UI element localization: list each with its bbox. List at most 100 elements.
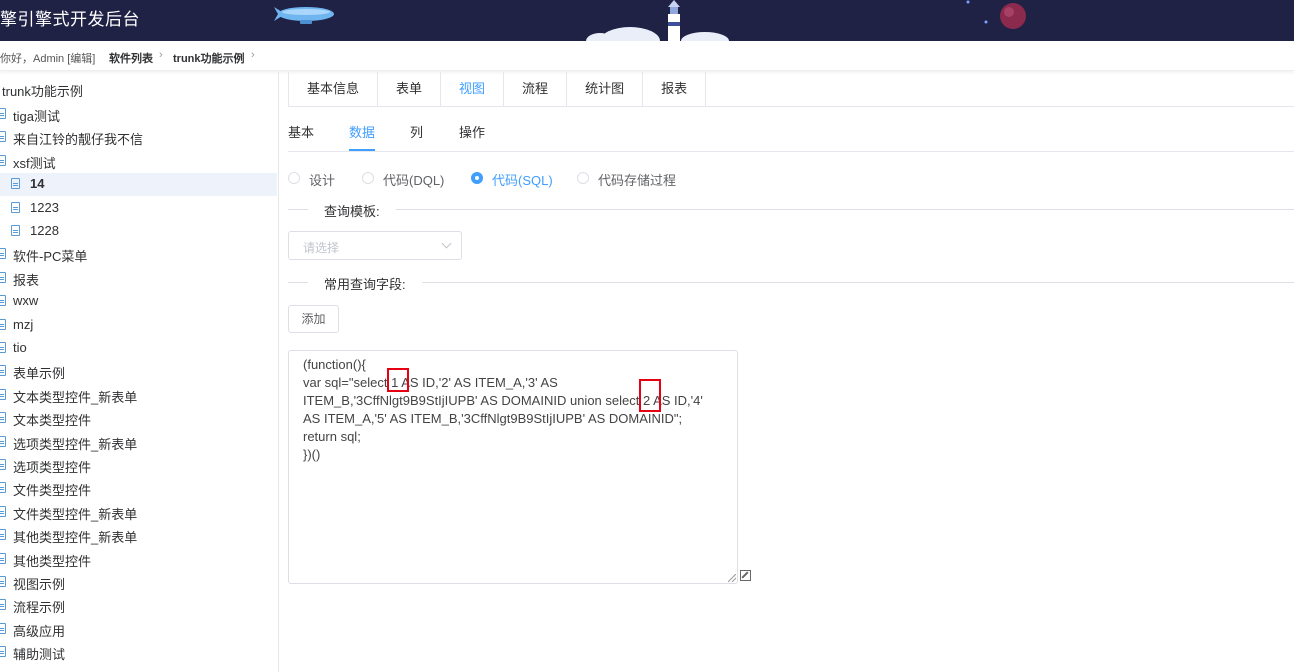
- sidebar-item-label: 其他类型控件: [13, 553, 92, 569]
- sidebar-item[interactable]: tio: [0, 337, 277, 360]
- sidebar-item[interactable]: 流程示例: [0, 594, 277, 617]
- breadcrumb-item-current[interactable]: trunk功能示例: [173, 50, 245, 66]
- file-icon: [0, 576, 6, 587]
- sidebar-item-label: tio: [13, 340, 27, 355]
- sidebar-item-label: 14: [30, 176, 45, 192]
- breadcrumb-item-software-list[interactable]: 软件列表: [109, 50, 153, 66]
- sidebar-item-label: 选项类型控件: [13, 460, 92, 475]
- radio-circle-icon[interactable]: [362, 172, 374, 184]
- subtab-actions[interactable]: 操作: [459, 122, 485, 141]
- sidebar-item[interactable]: 来自江铃的靓仔我不信: [0, 126, 277, 149]
- file-icon: [11, 225, 20, 236]
- radio-circle-icon[interactable]: [288, 172, 300, 184]
- tree-root-label[interactable]: trunk功能示例: [2, 81, 83, 100]
- sidebar-item[interactable]: 选项类型控件_新表单: [0, 431, 277, 454]
- subtab-data[interactable]: 数据: [349, 122, 375, 141]
- sidebar-item[interactable]: 辅助测试: [0, 641, 277, 664]
- sidebar-item[interactable]: 文件类型控件_新表单: [0, 501, 277, 524]
- sidebar-item[interactable]: 1223: [0, 197, 277, 220]
- file-icon: [0, 505, 6, 517]
- sidebar-item[interactable]: 文本类型控件_新表单: [0, 384, 277, 407]
- chevron-down-icon: [441, 238, 452, 249]
- file-icon: [0, 599, 6, 611]
- tab-flow[interactable]: 流程: [504, 72, 568, 107]
- add-button[interactable]: 添加: [288, 305, 339, 333]
- tab-report[interactable]: 报表: [643, 72, 707, 107]
- sidebar-item-label: 其他类型控件_新表单: [13, 530, 138, 546]
- planet-icon: [1000, 3, 1026, 29]
- highlight-box: [639, 379, 661, 412]
- main-panel: 基本信息 表单 视图 流程 统计图 报表 基本 数据 列 操作 设计 代码(DQ…: [279, 72, 1294, 672]
- query-template-label: 查询模板:: [308, 201, 396, 220]
- tabs-divider: [288, 106, 1294, 107]
- sidebar-item-label: 1223: [30, 199, 59, 215]
- sidebar-item-label: 文件类型控件_新表单: [13, 506, 138, 522]
- radio-label: 代码(SQL): [492, 173, 553, 188]
- file-icon: [0, 248, 6, 260]
- sidebar-item[interactable]: xsf测试: [0, 150, 277, 173]
- breadcrumb: 你好，Admin [编辑] 软件列表 › trunk功能示例 ›: [0, 41, 1294, 71]
- sidebar-item[interactable]: 文件类型控件: [0, 477, 277, 500]
- query-template-select[interactable]: 请选择: [288, 231, 462, 260]
- sidebar-item[interactable]: mzj: [0, 314, 277, 337]
- sidebar-item-label: 报表: [13, 272, 40, 288]
- code-line: AS ITEM_A,'5' AS ITEM_B,'3CffNlgt9B9StIj…: [303, 411, 683, 426]
- sidebar-item-label: 视图示例: [13, 577, 66, 592]
- sidebar-item-label: 文本类型控件_新表单: [13, 389, 138, 405]
- code-line: return sql;: [303, 429, 361, 444]
- file-icon: [0, 552, 6, 564]
- sidebar-item[interactable]: 选项类型控件: [0, 454, 277, 477]
- common-fields-divider: [288, 282, 1294, 283]
- file-icon: [0, 435, 6, 447]
- radio-label: 设计: [309, 173, 336, 188]
- sidebar-item-label: 流程示例: [13, 600, 66, 616]
- file-icon: [0, 271, 6, 283]
- file-icon: [0, 131, 6, 143]
- tab-basic-info[interactable]: 基本信息: [289, 72, 379, 107]
- user-greeting[interactable]: 你好，Admin [编辑]: [0, 50, 95, 66]
- sidebar-item[interactable]: 其他类型控件_新表单: [0, 524, 277, 547]
- sidebar-tree: trunk功能示例 tiga测试 来自江铃的靓仔我不信 xsf测试 14 1223 122…: [0, 72, 279, 672]
- tab-view[interactable]: 视图: [441, 72, 505, 107]
- sidebar-item[interactable]: 1228: [0, 220, 277, 243]
- sql-code-editor[interactable]: (function(){ var sql="select 1 AS ID,'2'…: [288, 350, 738, 584]
- tab-form[interactable]: 表单: [378, 72, 442, 107]
- subtabs-divider: [288, 151, 1294, 152]
- common-fields-label: 常用查询字段:: [308, 274, 422, 293]
- blimp-icon: [274, 7, 334, 24]
- sidebar-item[interactable]: tiga测试: [0, 103, 277, 126]
- sidebar-item-label: 文件类型控件: [13, 483, 92, 499]
- file-icon: [0, 529, 6, 541]
- primary-tabs: 基本信息 表单 视图 流程 统计图 报表: [288, 72, 707, 107]
- sidebar-item[interactable]: 其他类型控件: [0, 548, 277, 571]
- sidebar-item-label: xsf测试: [13, 155, 56, 171]
- sidebar-item-label: mzj: [13, 316, 34, 332]
- sidebar-item[interactable]: wxw: [0, 290, 277, 313]
- file-icon: [0, 295, 6, 307]
- subtab-basic[interactable]: 基本: [288, 122, 314, 141]
- file-icon: [0, 622, 6, 634]
- code-line: (function(){: [303, 357, 366, 372]
- radio-label: 代码(DQL): [383, 173, 445, 188]
- sidebar-item[interactable]: 14: [0, 173, 277, 197]
- tab-chart[interactable]: 统计图: [567, 72, 644, 107]
- breadcrumb-separator-icon: ›: [159, 49, 163, 61]
- file-icon: [0, 412, 6, 424]
- radio-circle-icon[interactable]: [577, 172, 589, 184]
- subtab-columns[interactable]: 列: [410, 122, 423, 141]
- radio-checked-icon[interactable]: [471, 172, 483, 184]
- header-illustration: [274, 0, 1026, 41]
- file-icon: [0, 388, 6, 400]
- edit-icon[interactable]: [740, 570, 751, 581]
- sidebar-item[interactable]: 报表: [0, 267, 277, 290]
- breadcrumb-separator-icon: ›: [251, 49, 255, 61]
- highlight-box: [387, 368, 409, 392]
- sidebar-item[interactable]: 高级应用: [0, 618, 277, 641]
- sidebar-item[interactable]: 文本类型控件: [0, 407, 277, 430]
- sidebar-item[interactable]: 视图示例: [0, 571, 277, 594]
- resize-handle-icon[interactable]: [728, 574, 736, 582]
- select-placeholder: 请选择: [303, 241, 340, 255]
- file-icon: [0, 318, 6, 330]
- sidebar-item[interactable]: 软件-PC菜单: [0, 243, 277, 266]
- sidebar-item[interactable]: 表单示例: [0, 360, 277, 383]
